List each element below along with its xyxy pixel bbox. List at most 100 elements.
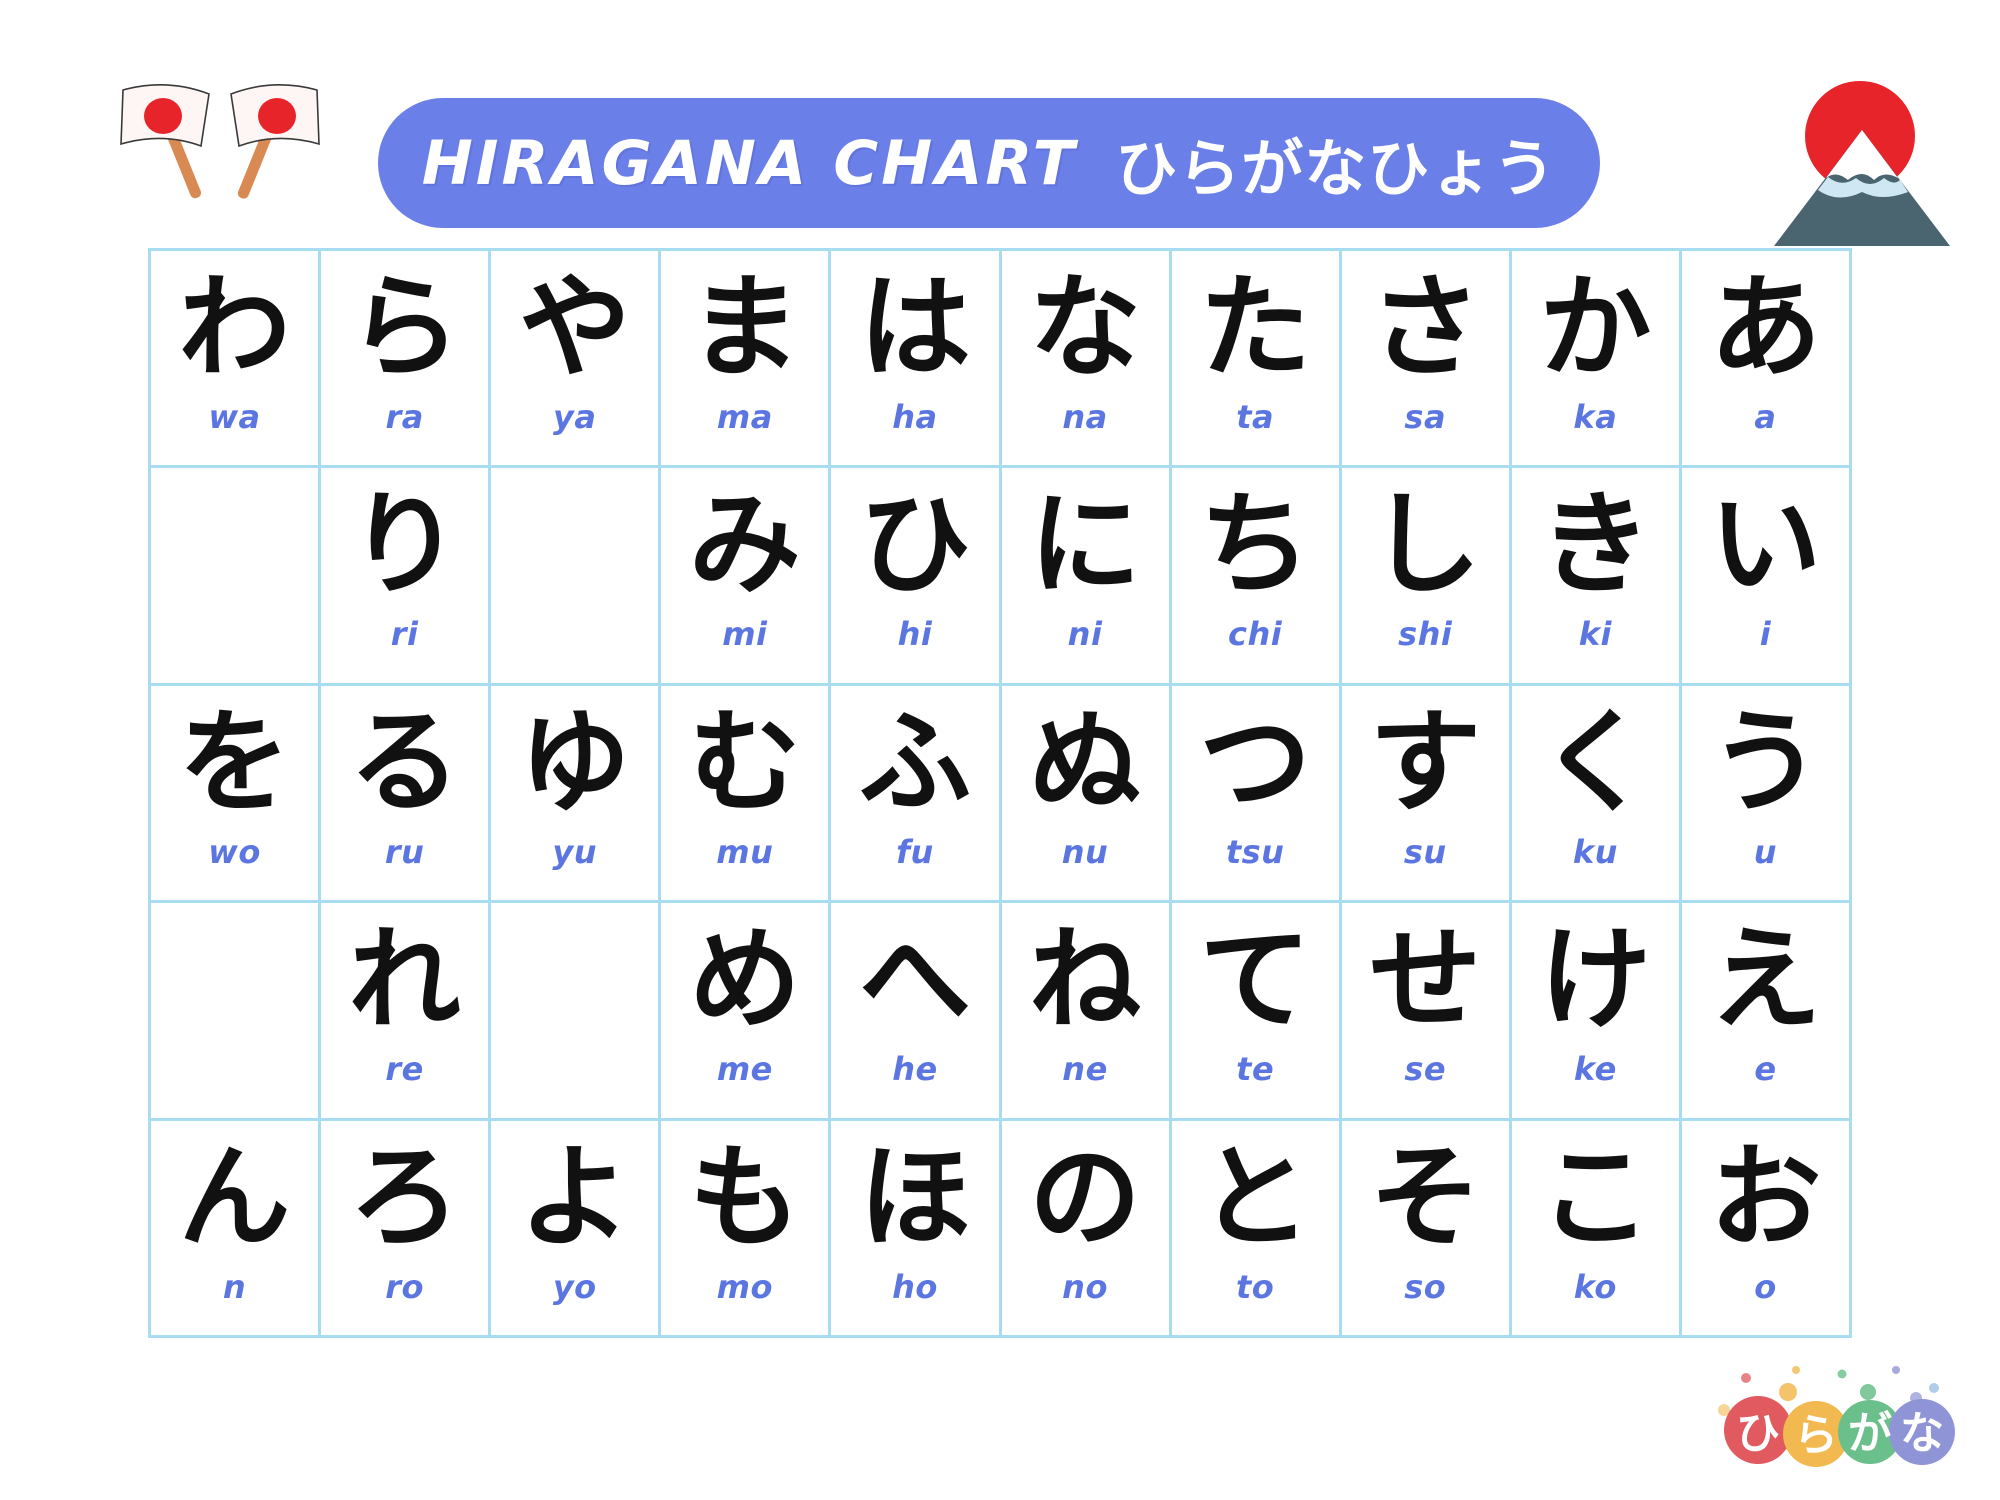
kana-cell[interactable]: を wo bbox=[151, 685, 322, 904]
kana-character: く bbox=[1539, 697, 1652, 828]
romaji-label: se bbox=[1404, 1050, 1447, 1089]
kana-cell[interactable]: ま ma bbox=[661, 251, 832, 469]
romaji-label: ro bbox=[385, 1267, 425, 1306]
kana-cell[interactable]: そ so bbox=[1341, 1120, 1512, 1338]
kana-cell[interactable]: み mi bbox=[661, 468, 832, 686]
kana-cell[interactable]: も mo bbox=[661, 1120, 832, 1338]
kana-cell[interactable]: め me bbox=[661, 903, 832, 1121]
romaji-label: ri bbox=[390, 615, 419, 654]
kana-cell[interactable]: り ri bbox=[321, 468, 492, 686]
kana-cell[interactable]: つ tsu bbox=[1171, 685, 1342, 904]
kana-character: や bbox=[518, 263, 631, 394]
kana-cell[interactable]: せ se bbox=[1341, 903, 1512, 1121]
romaji-label: su bbox=[1403, 832, 1447, 871]
kana-cell[interactable]: んn bbox=[151, 1120, 322, 1338]
kana-cell[interactable]: えe bbox=[1681, 903, 1852, 1121]
kana-cell[interactable]: む mu bbox=[661, 685, 832, 904]
kana-cell-empty bbox=[491, 903, 662, 1121]
kana-character: み bbox=[688, 480, 801, 611]
romaji-label: ta bbox=[1236, 398, 1275, 436]
kana-cell[interactable]: よ yo bbox=[491, 1120, 662, 1338]
kana-cell[interactable]: や ya bbox=[491, 251, 662, 469]
hiragana-logo: ひ ら が な bbox=[1710, 1358, 1962, 1478]
kana-character: ね bbox=[1029, 915, 1142, 1046]
kana-character: し bbox=[1369, 480, 1482, 611]
kana-cell[interactable]: く ku bbox=[1511, 685, 1682, 904]
kana-cell[interactable]: れ re bbox=[321, 903, 492, 1121]
kana-cell[interactable]: な na bbox=[1001, 251, 1172, 469]
hiragana-table: わ wa ら ra や ya ま ma は ha な na た ta さ sa か ka あ a り ri み mi ひ hi に n… bbox=[148, 248, 1852, 1338]
kana-cell[interactable]: し shi bbox=[1341, 468, 1512, 686]
romaji-label: ku bbox=[1572, 832, 1618, 871]
kana-cell[interactable]: か ka bbox=[1511, 251, 1682, 469]
kana-character: よ bbox=[518, 1132, 631, 1263]
kana-cell[interactable]: ほ ho bbox=[831, 1120, 1002, 1338]
kana-cell[interactable]: ゆ yu bbox=[491, 685, 662, 904]
kana-character: に bbox=[1029, 480, 1142, 611]
svg-text:が: が bbox=[1848, 1408, 1892, 1459]
kana-cell[interactable]: き ki bbox=[1511, 468, 1682, 686]
romaji-label: o bbox=[1754, 1267, 1777, 1306]
romaji-label: hi bbox=[897, 615, 933, 654]
kana-cell[interactable]: ふ fu bbox=[831, 685, 1002, 904]
romaji-label: mi bbox=[722, 615, 768, 654]
kana-cell[interactable]: ろ ro bbox=[321, 1120, 492, 1338]
romaji-label: yu bbox=[552, 832, 598, 871]
kana-cell[interactable]: る ru bbox=[321, 685, 492, 904]
kana-cell[interactable]: へ he bbox=[831, 903, 1002, 1121]
romaji-label: ya bbox=[553, 398, 597, 436]
kana-cell[interactable]: さ sa bbox=[1341, 251, 1512, 469]
kana-character: ま bbox=[688, 263, 801, 394]
kana-cell[interactable]: に ni bbox=[1001, 468, 1172, 686]
kana-cell[interactable]: ぬ nu bbox=[1001, 685, 1172, 904]
romaji-label: ru bbox=[384, 832, 425, 871]
title-banner: HIRAGANA CHART ひらがなひょう bbox=[378, 98, 1600, 228]
romaji-label: tsu bbox=[1225, 832, 1285, 871]
kana-cell[interactable]: と to bbox=[1171, 1120, 1342, 1338]
kana-character: も bbox=[688, 1132, 801, 1263]
kana-character: と bbox=[1199, 1132, 1312, 1263]
japanese-crossed-flags-icon bbox=[105, 72, 335, 207]
kana-cell[interactable]: おo bbox=[1681, 1120, 1852, 1338]
kana-cell[interactable]: ひ hi bbox=[831, 468, 1002, 686]
kana-cell[interactable]: は ha bbox=[831, 251, 1002, 469]
romaji-label: chi bbox=[1228, 615, 1283, 654]
kana-character: ゆ bbox=[518, 697, 631, 828]
kana-cell[interactable]: ち chi bbox=[1171, 468, 1342, 686]
kana-character: さ bbox=[1369, 263, 1482, 394]
romaji-label: fu bbox=[896, 832, 934, 871]
romaji-label: n bbox=[222, 1267, 247, 1306]
romaji-label: so bbox=[1404, 1267, 1447, 1306]
kana-character: そ bbox=[1369, 1132, 1482, 1263]
kana-character: き bbox=[1539, 480, 1652, 611]
chart-header: HIRAGANA CHART ひらがなひょう bbox=[0, 0, 2000, 250]
kana-cell[interactable]: て te bbox=[1171, 903, 1342, 1121]
romaji-label: ra bbox=[385, 398, 424, 436]
kana-character: ん bbox=[178, 1132, 291, 1263]
kana-cell[interactable]: た ta bbox=[1171, 251, 1342, 469]
romaji-label: e bbox=[1754, 1050, 1777, 1089]
romaji-label: wo bbox=[208, 832, 261, 871]
romaji-label: sa bbox=[1404, 398, 1447, 436]
romaji-label: ka bbox=[1573, 398, 1618, 436]
page-title: HIRAGANA CHART bbox=[421, 127, 1078, 199]
kana-character: る bbox=[348, 697, 461, 828]
kana-character: れ bbox=[348, 915, 461, 1046]
kana-cell-empty bbox=[491, 468, 662, 686]
romaji-label: ke bbox=[1573, 1050, 1617, 1089]
kana-cell[interactable]: こ ko bbox=[1511, 1120, 1682, 1338]
romaji-label: mo bbox=[716, 1267, 773, 1306]
kana-cell[interactable]: ね ne bbox=[1001, 903, 1172, 1121]
kana-cell[interactable]: あa bbox=[1681, 251, 1852, 469]
kana-cell[interactable]: わ wa bbox=[151, 251, 322, 469]
kana-cell[interactable]: け ke bbox=[1511, 903, 1682, 1121]
kana-character: こ bbox=[1539, 1132, 1652, 1263]
kana-cell[interactable]: うu bbox=[1681, 685, 1852, 904]
kana-cell[interactable]: いi bbox=[1681, 468, 1852, 686]
romaji-label: a bbox=[1754, 398, 1777, 436]
kana-cell[interactable]: の no bbox=[1001, 1120, 1172, 1338]
kana-cell[interactable]: す su bbox=[1341, 685, 1512, 904]
kana-character: は bbox=[858, 263, 971, 394]
kana-cell[interactable]: ら ra bbox=[321, 251, 492, 469]
romaji-label: shi bbox=[1398, 615, 1453, 654]
